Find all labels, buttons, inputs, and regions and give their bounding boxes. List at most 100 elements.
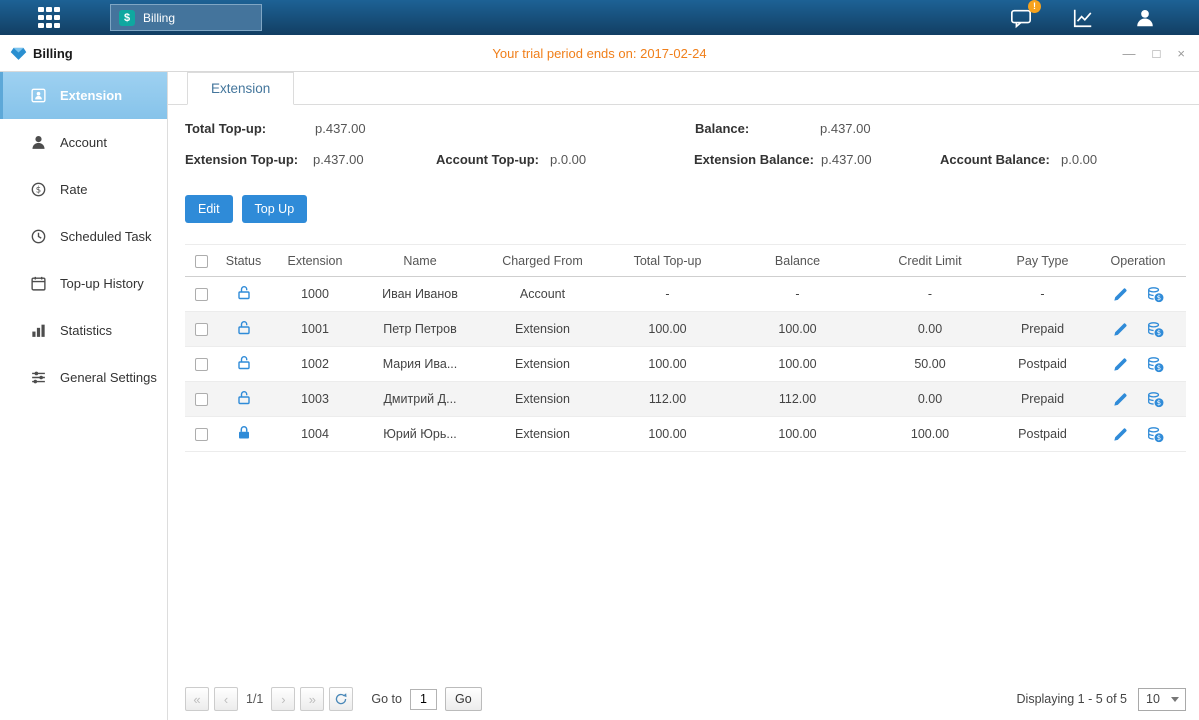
cell-extension: 1002: [270, 347, 360, 382]
sidebar-item-extension[interactable]: Extension: [0, 72, 167, 119]
close-icon[interactable]: ×: [1177, 47, 1185, 60]
maximize-icon[interactable]: □: [1153, 47, 1161, 60]
select-all-checkbox[interactable]: [195, 255, 208, 268]
sidebar-item-label: Top-up History: [60, 276, 144, 291]
header-extension: Extension: [270, 245, 360, 277]
edit-pencil-icon[interactable]: [1112, 356, 1129, 373]
edit-pencil-icon[interactable]: [1112, 286, 1129, 303]
app-title: Billing: [33, 46, 73, 61]
next-page-button[interactable]: ›: [271, 687, 295, 711]
clock-icon: [30, 228, 47, 245]
displaying-count: Displaying 1 - 5 of 5: [1017, 692, 1127, 706]
topup-coins-icon[interactable]: [1147, 286, 1164, 303]
table-row: 1002 Мария Ива... Extension 100.00 100.0…: [185, 347, 1186, 382]
apps-grid-icon[interactable]: [38, 7, 60, 29]
statistics-chart-icon[interactable]: [1071, 7, 1095, 29]
cell-charged-from: Extension: [480, 382, 605, 417]
status-lock-icon[interactable]: [236, 285, 252, 301]
header-credit-limit: Credit Limit: [865, 245, 995, 277]
account-topup-label: Account Top-up:: [436, 152, 539, 167]
cell-name: Юрий Юрь...: [360, 417, 480, 452]
sidebar-item-account[interactable]: Account: [0, 119, 167, 166]
sidebar-item-scheduled-task[interactable]: Scheduled Task: [0, 213, 167, 260]
table-header-row: Status Extension Name Charged From Total…: [185, 245, 1186, 277]
topup-button[interactable]: Top Up: [242, 195, 308, 223]
sidebar-item-label: Extension: [60, 88, 122, 103]
header-balance: Balance: [730, 245, 865, 277]
topbar-tab-billing[interactable]: $ Billing: [110, 4, 262, 31]
sliders-icon: [30, 369, 47, 386]
cell-extension: 1004: [270, 417, 360, 452]
edit-button[interactable]: Edit: [185, 195, 233, 223]
cell-extension: 1001: [270, 312, 360, 347]
header-pay-type: Pay Type: [995, 245, 1090, 277]
account-icon: [30, 134, 47, 151]
status-lock-icon[interactable]: [236, 355, 252, 371]
sidebar-item-label: Statistics: [60, 323, 112, 338]
row-checkbox[interactable]: [195, 393, 208, 406]
cell-name: Дмитрий Д...: [360, 382, 480, 417]
cell-charged-from: Extension: [480, 347, 605, 382]
cell-charged-from: Extension: [480, 417, 605, 452]
status-lock-icon[interactable]: [236, 390, 252, 406]
pagination-bar: « ‹ 1/1 › » Go to Go Displaying 1 - 5 of…: [168, 687, 1199, 720]
cell-pay-type: Prepaid: [995, 312, 1090, 347]
refresh-button[interactable]: [329, 687, 353, 711]
cell-charged-from: Extension: [480, 312, 605, 347]
page-size-select[interactable]: 10: [1138, 688, 1186, 711]
sidebar-item-topup-history[interactable]: Top-up History: [0, 260, 167, 307]
sidebar-item-general-settings[interactable]: General Settings: [0, 354, 167, 401]
cell-balance: 100.00: [730, 417, 865, 452]
row-checkbox[interactable]: [195, 428, 208, 441]
cell-total-topup: 100.00: [605, 417, 730, 452]
edit-pencil-icon[interactable]: [1112, 426, 1129, 443]
edit-pencil-icon[interactable]: [1112, 391, 1129, 408]
cell-pay-type: Prepaid: [995, 382, 1090, 417]
sidebar-item-label: Scheduled Task: [60, 229, 152, 244]
row-checkbox[interactable]: [195, 288, 208, 301]
billing-dollar-icon: $: [119, 10, 135, 26]
header-name: Name: [360, 245, 480, 277]
topup-coins-icon[interactable]: [1147, 321, 1164, 338]
topup-coins-icon[interactable]: [1147, 391, 1164, 408]
cell-pay-type: -: [995, 277, 1090, 312]
cell-pay-type: Postpaid: [995, 347, 1090, 382]
cell-balance: 100.00: [730, 312, 865, 347]
go-button[interactable]: Go: [445, 687, 482, 711]
trial-notice: Your trial period ends on: 2017-02-24: [492, 46, 706, 61]
topbar-tab-label: Billing: [143, 11, 175, 25]
balance-value: p.437.00: [820, 121, 871, 136]
row-checkbox[interactable]: [195, 323, 208, 336]
edit-pencil-icon[interactable]: [1112, 321, 1129, 338]
cell-balance: 100.00: [730, 347, 865, 382]
user-account-icon[interactable]: [1133, 7, 1157, 29]
last-page-button[interactable]: »: [300, 687, 324, 711]
cell-name: Мария Ива...: [360, 347, 480, 382]
sidebar-item-statistics[interactable]: Statistics: [0, 307, 167, 354]
minimize-icon[interactable]: —: [1123, 47, 1136, 60]
topup-coins-icon[interactable]: [1147, 426, 1164, 443]
tabstrip: Extension: [168, 72, 1199, 105]
extension-balance-value: p.437.00: [821, 152, 872, 167]
cell-name: Петр Петров: [360, 312, 480, 347]
sidebar-item-rate[interactable]: Rate: [0, 166, 167, 213]
extension-icon: [30, 87, 47, 104]
toolbar: Edit Top Up: [168, 195, 1199, 223]
page-indicator: 1/1: [246, 692, 263, 706]
status-lock-icon[interactable]: [236, 320, 252, 336]
sidebar-item-label: Rate: [60, 182, 87, 197]
cell-credit-limit: -: [865, 277, 995, 312]
rate-icon: [30, 181, 47, 198]
row-checkbox[interactable]: [195, 358, 208, 371]
tab-extension[interactable]: Extension: [187, 72, 294, 105]
goto-page-input[interactable]: [410, 689, 437, 710]
chat-icon[interactable]: !: [1009, 7, 1033, 29]
topbar: $ Billing !: [0, 0, 1199, 35]
bar-chart-icon: [30, 322, 47, 339]
status-lock-icon[interactable]: [236, 425, 252, 441]
topup-coins-icon[interactable]: [1147, 356, 1164, 373]
goto-label: Go to: [371, 692, 402, 706]
cell-credit-limit: 50.00: [865, 347, 995, 382]
first-page-button[interactable]: «: [185, 687, 209, 711]
prev-page-button[interactable]: ‹: [214, 687, 238, 711]
